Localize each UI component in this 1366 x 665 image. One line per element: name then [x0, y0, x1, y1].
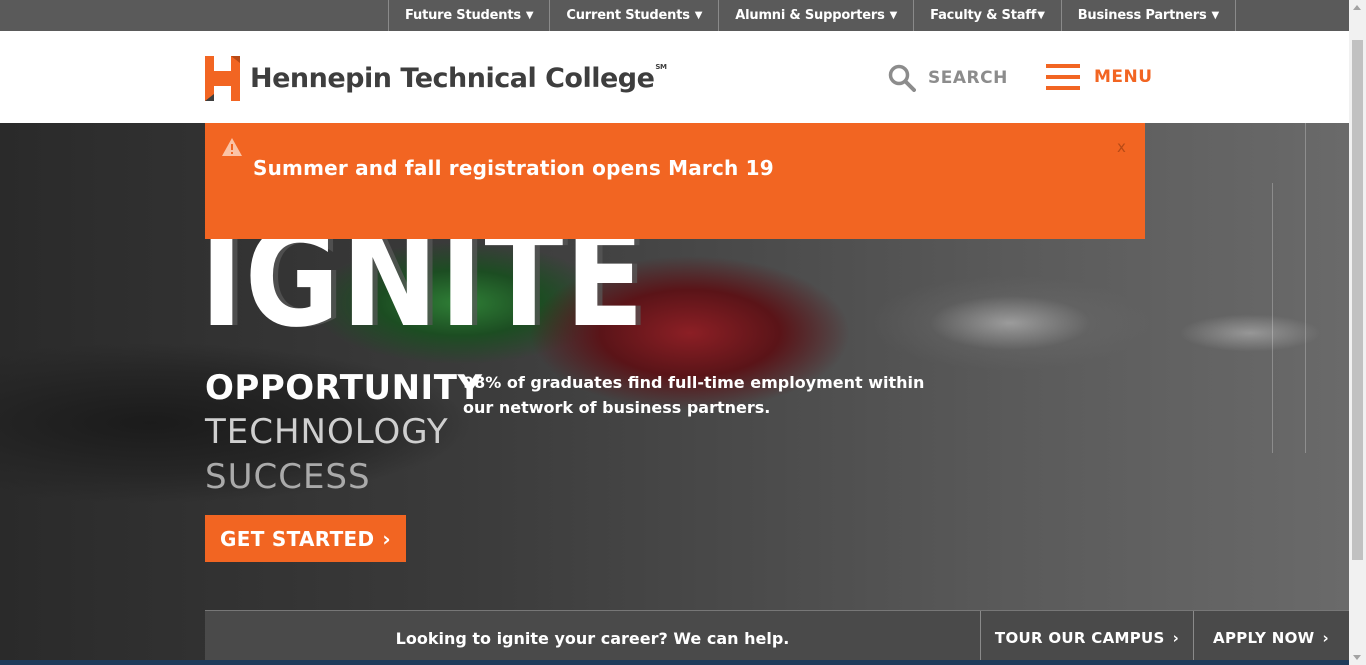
- cta-label: GET STARTED: [220, 526, 375, 551]
- decorative-line: [1272, 183, 1273, 453]
- hamburger-icon: [1046, 64, 1080, 90]
- scroll-up-icon[interactable]: [1353, 5, 1361, 10]
- page-scrollbar[interactable]: [1349, 0, 1366, 665]
- alert-message: Summer and fall registration opens March…: [253, 156, 774, 180]
- chevron-right-icon: ›: [1322, 629, 1329, 647]
- action-tagline: Looking to ignite your career? We can he…: [395, 628, 790, 648]
- get-started-button[interactable]: GET STARTED ›: [205, 515, 406, 562]
- alert-banner: Summer and fall registration opens March…: [205, 123, 1145, 239]
- utility-bar: Future Students ▼ Current Students ▼ Alumn…: [0, 0, 1349, 31]
- nav-future-students[interactable]: Future Students ▼: [388, 0, 549, 31]
- nav-label: Business Partners: [1077, 8, 1207, 23]
- h-logo-icon: [205, 56, 240, 101]
- nav-label: Alumni & Supporters: [735, 8, 885, 23]
- decorative-line: [1305, 123, 1306, 453]
- caret-down-icon: ▼: [694, 10, 703, 21]
- warning-icon: [222, 138, 242, 156]
- nav-label: Future Students: [405, 8, 521, 23]
- scrollbar-thumb[interactable]: [1352, 40, 1363, 560]
- caret-down-icon: ▼: [889, 10, 898, 21]
- apply-label: APPLY NOW: [1213, 629, 1315, 647]
- keyword-success: SUCCESS: [205, 457, 371, 497]
- chevron-right-icon: ›: [1172, 629, 1180, 647]
- nav-current-students[interactable]: Current Students ▼: [549, 0, 718, 31]
- keyword-technology: TECHNOLOGY: [205, 412, 449, 452]
- employment-stat: 98% of graduates find full-time employme…: [463, 373, 925, 417]
- search-icon: [888, 64, 916, 92]
- hero-keywords: OPPORTUNITY TECHNOLOGY SUCCESS: [205, 366, 483, 500]
- apply-now-button[interactable]: APPLY NOW ›: [1193, 611, 1348, 665]
- alert-close-button[interactable]: x: [1117, 138, 1126, 156]
- menu-button[interactable]: MENU: [1046, 64, 1153, 90]
- search-label: SEARCH: [928, 68, 1008, 88]
- nav-business-partners[interactable]: Business Partners ▼: [1060, 0, 1237, 31]
- nav-label: Current Students: [566, 8, 690, 23]
- nav-label: Faculty & Staff: [930, 8, 1037, 23]
- action-bar: Looking to ignite your career? We can he…: [205, 610, 1349, 665]
- search-button[interactable]: SEARCH: [888, 64, 1008, 92]
- caret-down-icon: ▼: [1037, 10, 1045, 21]
- audience-nav: Future Students ▼ Current Students ▼ Alumn…: [388, 0, 1237, 31]
- caret-down-icon: ▼: [1211, 10, 1220, 21]
- menu-label: MENU: [1094, 67, 1153, 87]
- hero-section: IGNITE Summer and fall registration open…: [0, 123, 1349, 665]
- caret-down-icon: ▼: [525, 10, 534, 21]
- logo-wordmark: Hennepin Technical CollegeSM: [250, 63, 667, 94]
- scroll-down-icon[interactable]: [1353, 655, 1361, 660]
- chevron-right-icon: ›: [382, 526, 391, 551]
- college-logo[interactable]: Hennepin Technical CollegeSM: [205, 56, 667, 101]
- footer-strip: [0, 660, 1349, 665]
- tour-campus-button[interactable]: TOUR OUR CAMPUS ›: [980, 611, 1193, 665]
- site-header: Hennepin Technical CollegeSM SEARCH MENU: [0, 31, 1349, 123]
- nav-faculty-staff[interactable]: Faculty & Staff ▼: [913, 0, 1061, 31]
- keyword-opportunity: OPPORTUNITY: [205, 368, 483, 408]
- tour-label: TOUR OUR CAMPUS: [994, 629, 1165, 647]
- nav-alumni-supporters[interactable]: Alumni & Supporters ▼: [718, 0, 913, 31]
